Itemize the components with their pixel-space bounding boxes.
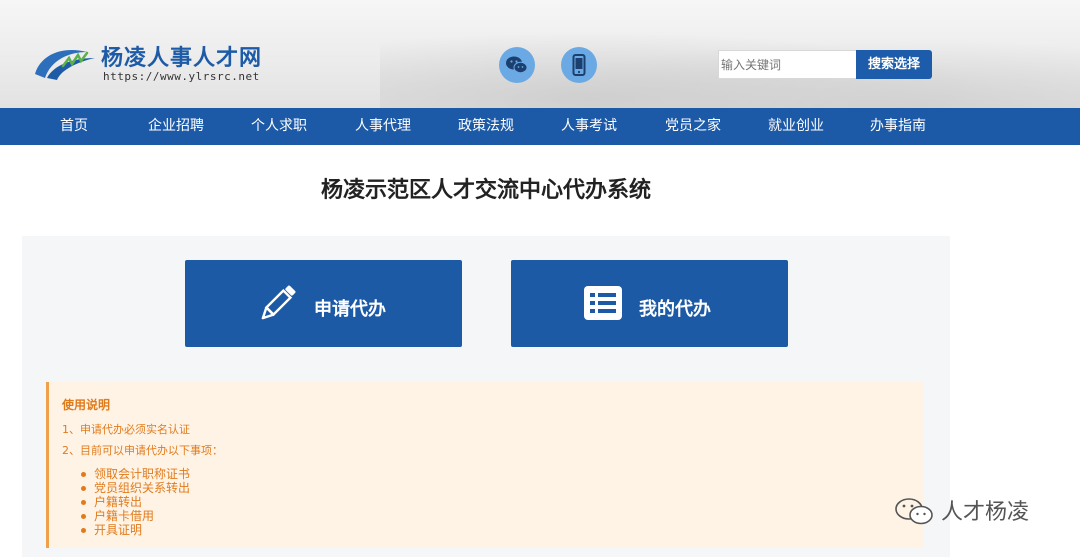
- nav-item-exams[interactable]: 人事考试: [557, 108, 621, 145]
- mobile-icon[interactable]: [561, 47, 597, 83]
- my-proxy-button[interactable]: 我的代办: [511, 260, 788, 347]
- site-logo[interactable]: 杨凌人事人才网 https://www.ylrsrc.net: [33, 40, 283, 84]
- my-proxy-label: 我的代办: [639, 299, 711, 320]
- nav-item-home[interactable]: 首页: [52, 108, 96, 145]
- page-title: 杨凌示范区人才交流中心代办系统: [320, 178, 651, 203]
- logo-url: https://www.ylrsrc.net: [103, 70, 260, 83]
- nav-item-party-home[interactable]: 党员之家: [661, 108, 725, 145]
- wechat-watermark: 人才杨凌: [893, 494, 1063, 526]
- search-button[interactable]: 搜索选择: [856, 50, 932, 79]
- nav-item-guide[interactable]: 办事指南: [866, 108, 930, 145]
- site-header: 杨凌人事人才网 https://www.ylrsrc.net 搜索选择: [0, 0, 1080, 108]
- apply-proxy-button[interactable]: 申请代办: [185, 260, 462, 347]
- wechat-icon[interactable]: [499, 47, 535, 83]
- watermark-text: 人才杨凌: [941, 500, 1030, 525]
- main-nav: 首页 企业招聘 个人求职 人事代理 政策法规 人事考试 党员之家 就业创业 办事…: [0, 108, 1080, 145]
- notice-line-1: 1、申请代办必须实名认证: [62, 423, 190, 436]
- mobile-glyph: [572, 54, 586, 76]
- wechat-glyph: [506, 56, 528, 74]
- notice-item: 党员组织关系转出: [79, 481, 190, 495]
- notice-item: 开具证明: [79, 523, 190, 537]
- usage-notice: 使用说明 1、申请代办必须实名认证 2、目前可以申请代办以下事项： 领取会计职称…: [46, 382, 924, 548]
- notice-title: 使用说明: [62, 398, 111, 412]
- wechat-outline-icon: [895, 498, 933, 525]
- notice-item-list: 领取会计职称证书 党员组织关系转出 户籍转出 户籍卡借用 开具证明: [79, 467, 190, 537]
- list-icon: [584, 286, 622, 320]
- notice-item: 户籍转出: [79, 495, 190, 509]
- notice-item: 户籍卡借用: [79, 509, 190, 523]
- logo-title: 杨凌人事人才网: [101, 46, 263, 71]
- apply-proxy-label: 申请代办: [314, 299, 386, 320]
- nav-item-employment[interactable]: 就业创业: [764, 108, 828, 145]
- logo-mark-icon: [35, 50, 95, 80]
- search-input[interactable]: [718, 50, 856, 79]
- notice-line-2: 2、目前可以申请代办以下事项：: [62, 444, 223, 457]
- nav-item-policies[interactable]: 政策法规: [454, 108, 518, 145]
- nav-item-job-seeking[interactable]: 个人求职: [247, 108, 311, 145]
- pencil-icon: [261, 285, 296, 320]
- nav-item-personnel-agency[interactable]: 人事代理: [351, 108, 415, 145]
- nav-item-recruitment[interactable]: 企业招聘: [144, 108, 208, 145]
- notice-item: 领取会计职称证书: [79, 467, 190, 481]
